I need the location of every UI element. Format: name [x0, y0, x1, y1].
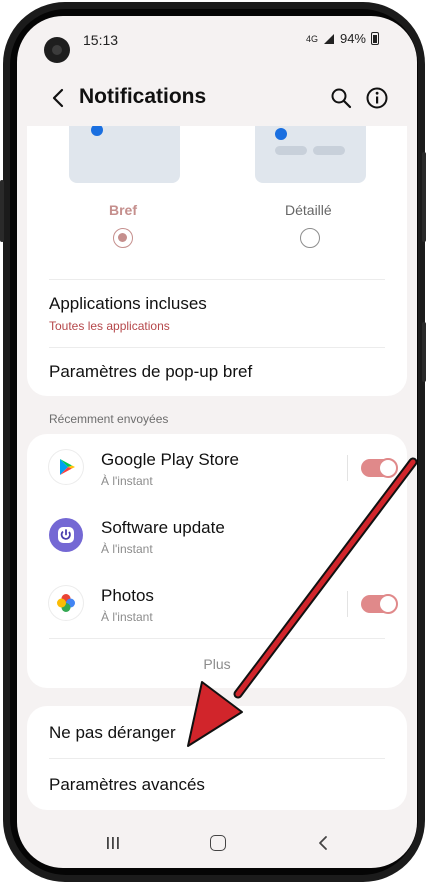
nav-back-icon[interactable]: [317, 835, 329, 851]
popup-style-card: Bref Détaillé Applications incluses Tout…: [27, 126, 407, 396]
app-time: À l'instant: [101, 610, 153, 624]
detailed-preview[interactable]: [255, 126, 366, 183]
play-store-toggle[interactable]: [361, 458, 398, 478]
brief-label: Bref: [109, 202, 138, 218]
signal-icon: [323, 33, 334, 44]
app-time: À l'instant: [101, 542, 153, 556]
preview-bar: [313, 146, 345, 155]
screen: 15:13 4G 94% Notifications Bref Détaillé…: [17, 16, 417, 868]
brief-preview[interactable]: [69, 126, 180, 183]
dnd-title: Ne pas déranger: [49, 723, 176, 742]
power-button: [422, 152, 426, 242]
separator: [347, 591, 348, 617]
status-icons: 4G 94%: [306, 31, 379, 46]
included-apps-title: Applications incluses: [49, 294, 207, 313]
preview-dot: [91, 126, 103, 136]
home-icon[interactable]: [210, 835, 226, 851]
photos-toggle[interactable]: [361, 594, 398, 614]
info-icon[interactable]: [365, 86, 389, 110]
recent-apps-icon[interactable]: [105, 836, 121, 850]
advanced-settings-row[interactable]: Paramètres avancés: [27, 759, 407, 810]
software-update-icon: [49, 518, 83, 552]
app-name: Software update: [101, 518, 225, 537]
preview-dot: [275, 128, 287, 140]
brief-popup-settings-title: Paramètres de pop-up bref: [49, 362, 253, 381]
status-bar: 15:13 4G 94%: [17, 16, 417, 66]
recent-section-label: Récemment envoyées: [49, 412, 169, 426]
app-row-photos[interactable]: Photos À l'instant: [27, 570, 407, 638]
advanced-settings-title: Paramètres avancés: [49, 775, 205, 794]
google-photos-icon: [49, 586, 83, 620]
brief-radio[interactable]: [113, 228, 133, 248]
battery-percent: 94%: [339, 31, 366, 46]
other-settings-card: Ne pas déranger Paramètres avancés: [27, 706, 407, 810]
status-time: 15:13: [83, 32, 119, 48]
app-name: Google Play Store: [101, 450, 239, 469]
recent-apps-card: Google Play Store À l'instant Software u…: [27, 434, 407, 688]
volume-button: [0, 180, 4, 242]
brief-popup-settings-row[interactable]: Paramètres de pop-up bref: [27, 348, 407, 396]
search-icon[interactable]: [329, 86, 353, 110]
front-camera: [44, 37, 70, 63]
detailed-label: Détaillé: [285, 202, 332, 218]
google-play-icon: [49, 450, 83, 484]
back-arrow-icon[interactable]: [47, 86, 71, 110]
navigation-bar: [17, 826, 417, 868]
app-bar: Notifications: [17, 78, 417, 118]
detailed-radio[interactable]: [300, 228, 320, 248]
app-time: À l'instant: [101, 474, 153, 488]
included-apps-row[interactable]: Applications incluses Toutes les applica…: [27, 280, 407, 346]
separator: [347, 455, 348, 481]
side-key: [422, 322, 426, 382]
app-row-play-store[interactable]: Google Play Store À l'instant: [27, 434, 407, 502]
app-row-software-update[interactable]: Software update À l'instant: [27, 502, 407, 570]
dnd-row[interactable]: Ne pas déranger: [27, 706, 407, 758]
network-label: 4G: [305, 33, 318, 44]
more-button[interactable]: Plus: [27, 656, 407, 672]
page-title: Notifications: [79, 85, 207, 108]
included-apps-subtitle: Toutes les applications: [49, 319, 170, 333]
divider: [49, 638, 385, 639]
app-name: Photos: [101, 586, 154, 605]
battery-icon: [371, 32, 379, 45]
preview-bar: [275, 146, 307, 155]
phone-frame: 15:13 4G 94% Notifications Bref Détaillé…: [0, 2, 426, 882]
